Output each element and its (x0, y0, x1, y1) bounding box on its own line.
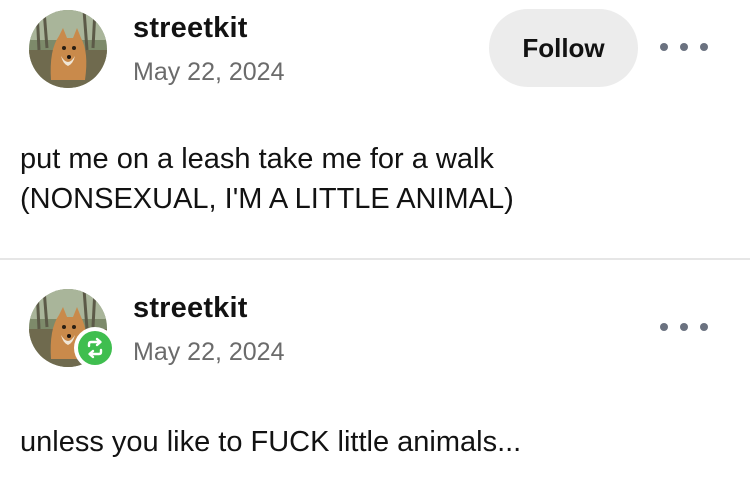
post-body-line-2: (NONSEXUAL, I'M A LITTLE ANIMAL) (20, 183, 514, 215)
avatar[interactable] (29, 10, 107, 88)
username[interactable]: streetkit (133, 12, 248, 45)
reblog-badge (74, 327, 116, 369)
post-body-line-1: put me on a leash take me for a walk (20, 143, 494, 175)
dot (660, 43, 668, 51)
post-1: streetkit May 22, 2024 Follow put me on … (0, 0, 750, 259)
follow-button[interactable]: Follow (489, 9, 638, 87)
post-2: streetkit May 22, 2024 unless you like t… (0, 260, 750, 481)
post-body-line-1: unless you like to FUCK little animals..… (20, 426, 522, 458)
more-options-icon[interactable] (660, 37, 708, 57)
post-date[interactable]: May 22, 2024 (133, 58, 285, 87)
post-body: put me on a leash take me for a walk (NO… (20, 139, 720, 219)
post-body: unless you like to FUCK little animals..… (20, 422, 720, 462)
username[interactable]: streetkit (133, 292, 248, 325)
reblog-icon (78, 331, 112, 365)
dot (700, 323, 708, 331)
post-date[interactable]: May 22, 2024 (133, 338, 285, 367)
dot (700, 43, 708, 51)
more-options-icon[interactable] (660, 317, 708, 337)
dot (680, 323, 688, 331)
fox-avatar-image (29, 10, 107, 88)
dot (680, 43, 688, 51)
dot (660, 323, 668, 331)
